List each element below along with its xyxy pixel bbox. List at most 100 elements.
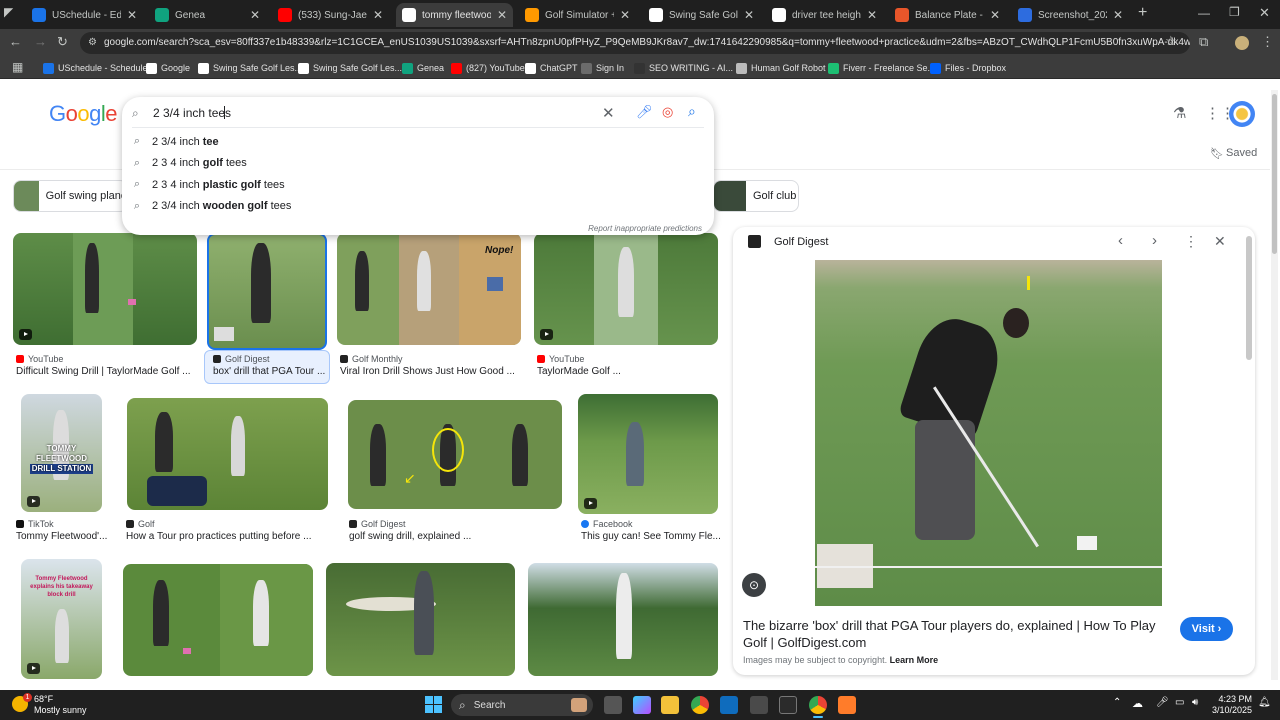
previous-arrow-icon[interactable]: ‹	[1118, 232, 1123, 249]
extensions-icon[interactable]: ⧉	[1199, 34, 1208, 50]
search-suggestion[interactable]: ⌕ 2 3/4 inch tee	[122, 131, 714, 152]
result-image[interactable]	[578, 394, 718, 514]
tab-search-icon[interactable]: ◤	[4, 5, 13, 19]
sublime-icon[interactable]	[838, 696, 856, 714]
network-icon[interactable]: ▭	[1175, 697, 1184, 708]
chip-golf-swing-plane[interactable]: Golf swing plane	[13, 180, 128, 212]
panel-scrollbar[interactable]	[1246, 236, 1252, 360]
panel-source[interactable]: Golf Digest	[774, 236, 828, 248]
close-window-button[interactable]: ✕	[1259, 5, 1270, 21]
bookmark-item[interactable]: Human Golf Robot	[736, 61, 826, 75]
search-suggestion[interactable]: ⌕ 2 3 4 inch golf tees	[122, 153, 714, 174]
visit-button[interactable]: Visit ›	[1180, 617, 1233, 641]
result-caption[interactable]: box' drill that PGA Tour ...	[213, 366, 327, 377]
browser-tab[interactable]: tommy fleetwood pr ✕	[396, 3, 513, 27]
browser-tab[interactable]: Swing Safe Golf Les ✕	[643, 3, 760, 27]
saved-link[interactable]: Saved	[1226, 147, 1257, 159]
tab-close-icon[interactable]: ✕	[1113, 8, 1123, 22]
notification-bell-icon[interactable]: 🔔︎	[1258, 697, 1271, 708]
browser-tab[interactable]: Balance Plate - Swing ✕	[889, 3, 1006, 27]
browser-tab[interactable]: Screenshot_2025020 ✕	[1012, 3, 1129, 27]
tab-close-icon[interactable]: ✕	[373, 8, 383, 22]
tab-close-icon[interactable]: ✕	[867, 8, 877, 22]
result-image[interactable]	[528, 563, 718, 676]
result-image[interactable]: TOMMY FLEETWOOD DRILL STATION	[21, 394, 102, 512]
bookmark-item[interactable]: Genea	[402, 61, 444, 75]
result-image[interactable]	[326, 563, 515, 676]
browser-tab[interactable]: driver tee height - G ✕	[766, 3, 883, 27]
calculator-icon[interactable]	[750, 696, 768, 714]
result-caption[interactable]: Tommy Fleetwood'...	[16, 531, 111, 542]
next-arrow-icon[interactable]: ›	[1152, 232, 1157, 249]
restore-button[interactable]: ❐	[1229, 5, 1240, 19]
tab-close-icon[interactable]: ✕	[744, 8, 754, 22]
tab-close-icon[interactable]: ✕	[990, 8, 1000, 22]
clock-time[interactable]: 4:23 PM	[1210, 694, 1252, 704]
reload-icon[interactable]: ↻	[57, 34, 68, 50]
onedrive-icon[interactable]: ☁	[1132, 697, 1143, 710]
clear-search-icon[interactable]: ✕	[602, 104, 615, 122]
bookmark-item[interactable]: Fiverr - Freelance Se...	[828, 61, 935, 75]
result-image[interactable]: ↙	[348, 400, 562, 509]
chip-golf-club[interactable]: Golf club	[713, 180, 799, 212]
bookmark-item[interactable]: ChatGPT	[525, 61, 578, 75]
close-panel-icon[interactable]: ✕	[1214, 233, 1226, 250]
browser-tab[interactable]: USchedule - Edit Stu ✕	[26, 3, 143, 27]
result-image[interactable]	[123, 564, 313, 676]
result-caption[interactable]: How a Tour pro practices putting before …	[126, 531, 331, 542]
taskbar-search[interactable]: ⌕ Search	[451, 694, 593, 716]
profile-avatar[interactable]	[1235, 36, 1249, 50]
microphone-icon[interactable]: 🎤︎	[1156, 697, 1169, 708]
search-submit-icon[interactable]: ⌕	[688, 103, 696, 120]
lens-camera-icon[interactable]: ◎	[662, 104, 673, 120]
bookmark-item[interactable]: (827) YouTube	[451, 61, 525, 75]
result-caption[interactable]: TaylorMade Golf ...	[537, 366, 721, 377]
weather-desc[interactable]: Mostly sunny	[34, 705, 87, 715]
search-input[interactable]: 2 3/4 inch tees	[153, 106, 231, 120]
browser-tab[interactable]: (533) Sung-Jae Im D ✕	[272, 3, 389, 27]
chrome-active-icon[interactable]	[809, 696, 827, 714]
result-caption[interactable]: Viral Iron Drill Shows Just How Good ...	[340, 366, 524, 377]
minimize-button[interactable]: —	[1198, 6, 1210, 20]
result-image[interactable]	[534, 233, 718, 345]
visual-search-icon[interactable]: ⊙	[742, 573, 766, 597]
new-tab-button[interactable]: +	[1138, 4, 1147, 22]
learn-more-link[interactable]: Learn More	[890, 655, 939, 665]
bookmark-star-icon[interactable]: ☆	[1165, 33, 1177, 49]
more-options-icon[interactable]: ⋮	[1184, 233, 1198, 250]
outlook-icon[interactable]	[720, 696, 738, 714]
account-avatar[interactable]	[1229, 101, 1255, 127]
bookmark-item[interactable]: Swing Safe Golf Les...	[298, 61, 402, 75]
show-hidden-icons[interactable]: ⌃	[1113, 697, 1121, 708]
saved-bookmark-icon[interactable]: 🔖︎	[1210, 147, 1224, 160]
forward-arrow-icon[interactable]: →	[34, 34, 47, 49]
voice-search-icon[interactable]: 🎤︎	[636, 104, 653, 120]
result-image-selected[interactable]	[207, 233, 327, 350]
browser-menu-icon[interactable]: ⋮	[1261, 34, 1274, 50]
search-suggestion[interactable]: ⌕ 2 3 4 inch plastic golf tees	[122, 174, 714, 195]
bookmark-item[interactable]: Files - Dropbox	[930, 61, 1006, 75]
result-image[interactable]: Tommy Fleetwood explains his takeaway bl…	[21, 559, 102, 679]
page-scrollbar-thumb[interactable]	[1272, 94, 1277, 254]
terminal-icon[interactable]	[779, 696, 797, 714]
tab-close-icon[interactable]: ✕	[250, 8, 260, 22]
apps-grid-icon[interactable]: ▦	[12, 60, 23, 74]
bookmark-item[interactable]: USchedule - Schedule	[43, 61, 148, 75]
tab-close-icon[interactable]: ✕	[127, 8, 137, 22]
search-suggestion[interactable]: ⌕ 2 3/4 inch wooden golf tees	[122, 196, 714, 217]
tab-close-icon[interactable]: ✕	[497, 8, 507, 22]
google-logo[interactable]: Google	[49, 101, 118, 127]
back-arrow-icon[interactable]: ←	[9, 34, 22, 49]
bookmark-item[interactable]: Sign In	[581, 61, 624, 75]
clock-date[interactable]: 3/10/2025	[1210, 705, 1252, 715]
bookmark-item[interactable]: SEO WRITING - AI...	[634, 61, 733, 75]
labs-flask-icon[interactable]: ⚗	[1173, 104, 1186, 122]
copilot-icon[interactable]	[633, 696, 651, 714]
result-image[interactable]	[13, 233, 197, 345]
result-caption[interactable]: This guy can! See Tommy Fle...	[581, 531, 721, 542]
bookmark-item[interactable]: Swing Safe Golf Les...	[198, 61, 302, 75]
start-button[interactable]	[425, 696, 442, 713]
volume-icon[interactable]: 🔊︎	[1192, 697, 1198, 708]
chrome-icon[interactable]	[691, 696, 709, 714]
result-caption[interactable]: Difficult Swing Drill | TaylorMade Golf …	[16, 366, 200, 377]
